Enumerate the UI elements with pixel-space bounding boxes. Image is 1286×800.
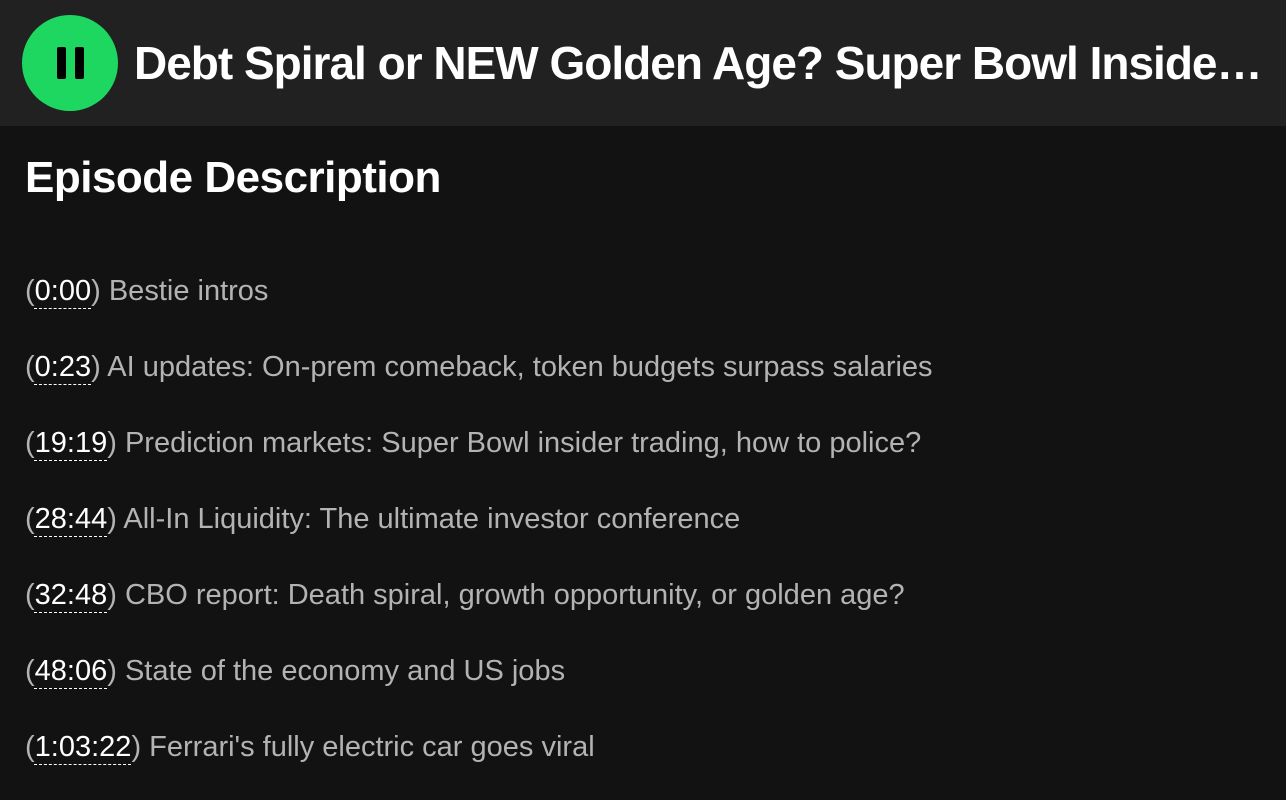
chapter-timestamp-link[interactable]: 48:06 (35, 655, 108, 687)
chapter-timestamp-link[interactable]: 0:23 (35, 351, 91, 383)
chapter-timestamp-link[interactable]: 28:44 (35, 503, 108, 535)
chapter-label: Prediction markets: Super Bowl insider t… (124, 427, 922, 459)
chapter-label: CBO report: Death spiral, growth opportu… (124, 579, 905, 611)
chapter-timestamp-link[interactable]: 19:19 (35, 427, 108, 459)
section-heading: Episode Description (25, 153, 441, 202)
chapter-label: Bestie intros (108, 275, 269, 307)
chapter-timestamp-link[interactable]: 1:03:22 (35, 731, 132, 763)
now-playing-header: Debt Spiral or NEW Golden Age? Super Bow… (0, 0, 1286, 126)
chapter-item: (48:06) State of the economy and US jobs (25, 655, 566, 687)
chapter-item: (0:00) Bestie intros (25, 275, 269, 307)
chapter-item: (28:44) All-In Liquidity: The ultimate i… (25, 503, 741, 535)
chapter-item: (1:03:22) Ferrari's fully electric car g… (25, 731, 595, 763)
pause-button[interactable] (22, 15, 118, 111)
episode-title: Debt Spiral or NEW Golden Age? Super Bow… (134, 37, 1264, 89)
pause-icon (56, 47, 84, 79)
chapter-list: (0:00) Bestie intros (0:23) AI updates: … (25, 268, 1265, 800)
chapter-label: Ferrari's fully electric car goes viral (149, 731, 595, 763)
chapter-timestamp-link[interactable]: 0:00 (35, 275, 91, 307)
chapter-label: AI updates: On-prem comeback, token budg… (107, 351, 933, 383)
chapter-label: All-In Liquidity: The ultimate investor … (123, 503, 741, 535)
chapter-item: (19:19) Prediction markets: Super Bowl i… (25, 427, 922, 459)
chapter-timestamp-link[interactable]: 32:48 (35, 579, 108, 611)
chapter-label: State of the economy and US jobs (124, 655, 566, 687)
chapter-item: (32:48) CBO report: Death spiral, growth… (25, 579, 905, 611)
chapter-item: (0:23) AI updates: On-prem comeback, tok… (25, 351, 933, 383)
